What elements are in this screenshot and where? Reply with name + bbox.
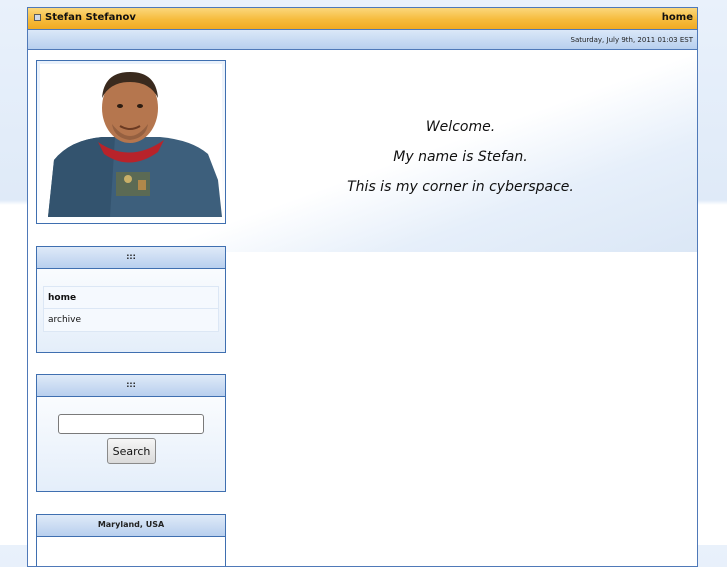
profile-photo-box <box>36 60 226 224</box>
welcome-line: My name is Stefan. <box>393 149 528 165</box>
welcome-line: Welcome. <box>425 119 496 135</box>
nav-item-home[interactable]: home <box>43 286 219 309</box>
nav-box-header: ::: <box>37 247 225 269</box>
title-bar: Stefan Stefanov home <box>28 8 697 30</box>
welcome-line: This is my corner in cyberspace. <box>347 179 574 195</box>
search-button[interactable]: Search <box>107 438 156 464</box>
bullet-square-icon <box>34 14 41 21</box>
location-box: Maryland, USA <box>36 514 226 566</box>
home-link[interactable]: home <box>662 12 693 23</box>
navigation-box: ::: home archive <box>36 246 226 353</box>
profile-photo <box>40 64 222 217</box>
search-box-header: ::: <box>37 375 225 397</box>
date-display: Saturday, July 9th, 2011 01:03 EST <box>570 36 693 44</box>
location-box-header: Maryland, USA <box>37 515 225 537</box>
site-name: Stefan Stefanov <box>45 12 136 23</box>
search-box: ::: Search <box>36 374 226 492</box>
search-input[interactable] <box>58 414 204 434</box>
nav-item-archive[interactable]: archive <box>43 309 219 332</box>
welcome-message: Welcome. My name is Stefan. This is my c… <box>318 116 603 206</box>
page-container: Stefan Stefanov home Saturday, July 9th,… <box>27 7 698 567</box>
date-bar: Saturday, July 9th, 2011 01:03 EST <box>28 30 697 50</box>
